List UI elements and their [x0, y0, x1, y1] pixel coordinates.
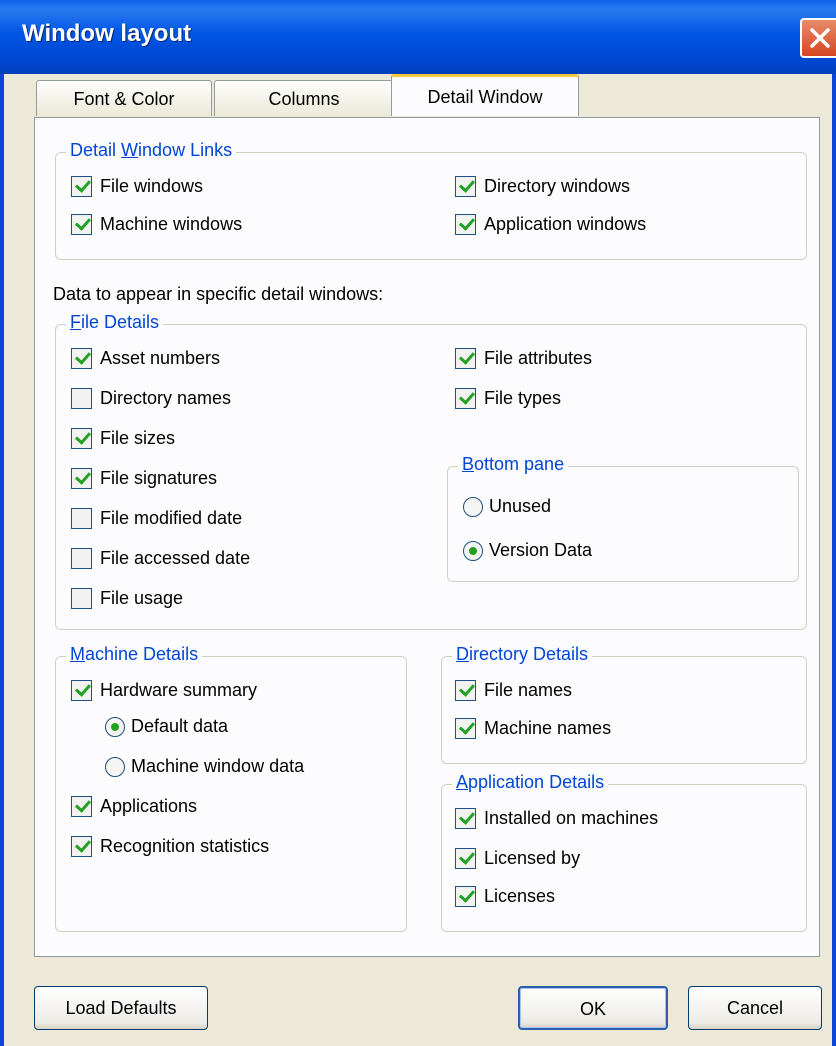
- application-windows-checkbox[interactable]: Application windows: [455, 214, 646, 235]
- checkbox-label: File usage: [100, 588, 184, 608]
- file-sizes-checkbox[interactable]: File sizes: [71, 428, 175, 449]
- data-appear-label: Data to appear in specific detail window…: [53, 284, 384, 304]
- checkbox-label: Hardware summary: [100, 680, 258, 700]
- checkbox-label: File names: [484, 680, 573, 700]
- close-button[interactable]: [800, 18, 836, 58]
- tab-font-color[interactable]: Font & Color: [36, 80, 212, 116]
- checkbox-label: Directory windows: [484, 176, 631, 196]
- window-frame-right: [832, 74, 836, 1046]
- checkbox-label: Licensed by: [484, 848, 581, 868]
- title-bar[interactable]: Window layout: [0, 0, 836, 74]
- directory-details-group: Directory Details: [441, 644, 807, 764]
- window-title: Window layout: [22, 20, 192, 47]
- file-attributes-checkbox[interactable]: File attributes: [455, 348, 592, 369]
- bottom-pane-legend: Bottom pane: [458, 454, 569, 475]
- asset-numbers-checkbox[interactable]: Asset numbers: [71, 348, 220, 369]
- machine-details-legend: Machine Details: [66, 644, 203, 665]
- detail-window-links-group: Detail Window Links: [55, 140, 807, 260]
- checkbox-label: Directory names: [100, 388, 232, 408]
- cancel-button[interactable]: Cancel: [688, 986, 822, 1030]
- directory-names-checkbox[interactable]: Directory names: [71, 388, 231, 409]
- machine-windows-checkbox[interactable]: Machine windows: [71, 214, 242, 235]
- applications-checkbox[interactable]: Applications: [71, 796, 197, 817]
- checkbox-label: Machine names: [484, 718, 612, 738]
- checkbox-box[interactable]: [455, 348, 476, 369]
- checkbox-box[interactable]: [455, 176, 476, 197]
- file-modified-date-checkbox[interactable]: File modified date: [71, 508, 242, 529]
- checkbox-box[interactable]: [71, 468, 92, 489]
- file-accessed-date-checkbox[interactable]: File accessed date: [71, 548, 250, 569]
- checkbox-box[interactable]: [71, 428, 92, 449]
- checkbox-label: Application windows: [484, 214, 647, 234]
- checkbox-box[interactable]: [71, 214, 92, 235]
- radio-label: Default data: [131, 716, 229, 736]
- checkbox-label: Licenses: [484, 886, 556, 906]
- checkbox-label: Installed on machines: [484, 808, 659, 828]
- file-signatures-checkbox[interactable]: File signatures: [71, 468, 217, 489]
- checkbox-box[interactable]: [455, 808, 476, 829]
- checkbox-box[interactable]: [71, 548, 92, 569]
- checkbox-label: File sizes: [100, 428, 176, 448]
- radio-label: Machine window data: [131, 756, 305, 776]
- tab-detail-window[interactable]: Detail Window: [391, 74, 579, 116]
- file-names-checkbox[interactable]: File names: [455, 680, 572, 701]
- radio-label: Version Data: [489, 540, 593, 560]
- checkbox-box[interactable]: [455, 718, 476, 739]
- load-defaults-button[interactable]: Load Defaults: [34, 986, 208, 1030]
- ok-button[interactable]: OK: [518, 986, 668, 1030]
- checkbox-box[interactable]: [71, 680, 92, 701]
- tab-columns[interactable]: Columns: [214, 80, 394, 116]
- file-details-legend: File Details: [66, 312, 164, 333]
- file-usage-checkbox[interactable]: File usage: [71, 588, 183, 609]
- radio-label: Unused: [489, 496, 552, 516]
- licensed-by-checkbox[interactable]: Licensed by: [455, 848, 580, 869]
- machine-names-checkbox[interactable]: Machine names: [455, 718, 611, 739]
- checkbox-label: File signatures: [100, 468, 218, 488]
- checkbox-box[interactable]: [71, 796, 92, 817]
- window-frame-left: [0, 74, 4, 1046]
- checkbox-label: Asset numbers: [100, 348, 221, 368]
- checkbox-label: File accessed date: [100, 548, 251, 568]
- checkbox-label: Machine windows: [100, 214, 243, 234]
- checkbox-label: Recognition statistics: [100, 836, 270, 856]
- radio-circle[interactable]: [463, 540, 483, 561]
- default-data-radio[interactable]: Default data: [105, 716, 228, 737]
- checkbox-box[interactable]: [455, 680, 476, 701]
- checkbox-label: Applications: [100, 796, 198, 816]
- checkbox-box[interactable]: [71, 588, 92, 609]
- version-data-radio[interactable]: Version Data: [463, 540, 592, 561]
- checkbox-box[interactable]: [71, 176, 92, 197]
- window-layout-dialog: Window layout Font & Color Columns Detai…: [0, 0, 836, 1046]
- radio-circle[interactable]: [463, 496, 483, 517]
- checkbox-label: File attributes: [484, 348, 593, 368]
- checkbox-box[interactable]: [455, 886, 476, 907]
- unused-radio[interactable]: Unused: [463, 496, 551, 517]
- directory-details-legend: Directory Details: [452, 644, 593, 665]
- checkbox-box[interactable]: [455, 214, 476, 235]
- close-icon: [810, 28, 830, 48]
- directory-windows-checkbox[interactable]: Directory windows: [455, 176, 630, 197]
- licenses-checkbox[interactable]: Licenses: [455, 886, 555, 907]
- checkbox-box[interactable]: [71, 348, 92, 369]
- checkbox-box[interactable]: [71, 836, 92, 857]
- checkbox-box[interactable]: [71, 508, 92, 529]
- installed-on-machines-checkbox[interactable]: Installed on machines: [455, 808, 658, 829]
- checkbox-label: File modified date: [100, 508, 243, 528]
- checkbox-label: File windows: [100, 176, 204, 196]
- application-details-legend: Application Details: [452, 772, 609, 793]
- detail-window-panel: Detail Window Links File windows Directo…: [34, 117, 820, 957]
- checkbox-box[interactable]: [455, 388, 476, 409]
- recognition-statistics-checkbox[interactable]: Recognition statistics: [71, 836, 269, 857]
- checkbox-box[interactable]: [455, 848, 476, 869]
- file-types-checkbox[interactable]: File types: [455, 388, 561, 409]
- detail-window-links-legend: Detail Window Links: [66, 140, 237, 161]
- hardware-summary-checkbox[interactable]: Hardware summary: [71, 680, 257, 701]
- bottom-pane-group: Bottom pane: [447, 454, 799, 582]
- radio-circle[interactable]: [105, 756, 125, 777]
- radio-circle[interactable]: [105, 716, 125, 737]
- checkbox-box[interactable]: [71, 388, 92, 409]
- file-windows-checkbox[interactable]: File windows: [71, 176, 203, 197]
- machine-window-data-radio[interactable]: Machine window data: [105, 756, 304, 777]
- checkbox-label: File types: [484, 388, 562, 408]
